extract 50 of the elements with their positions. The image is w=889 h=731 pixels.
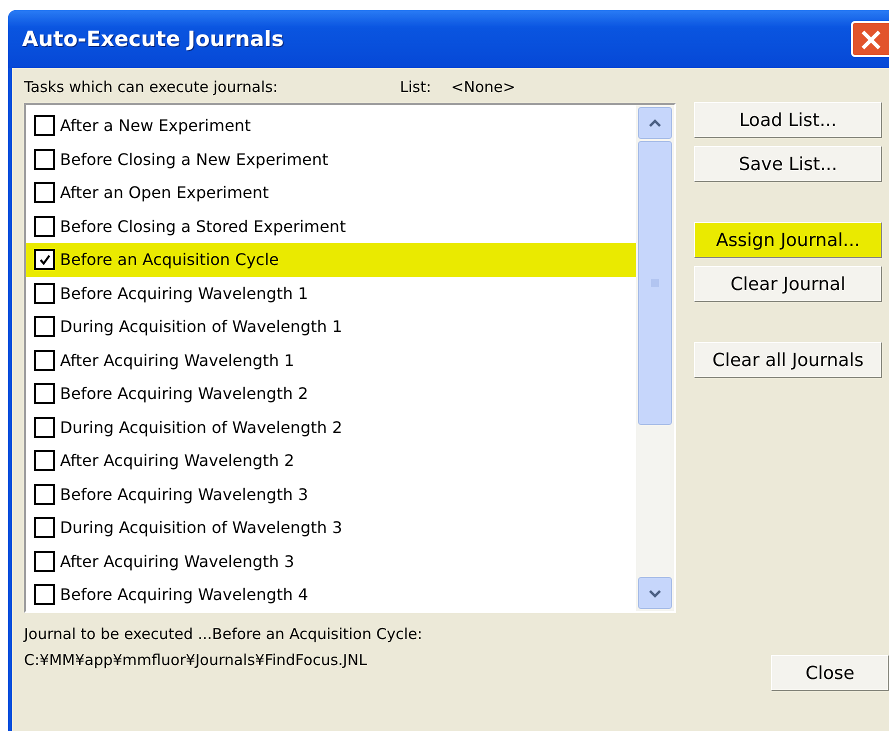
task-item[interactable]: Before Acquiring Wavelength 4 (26, 578, 636, 612)
checkbox[interactable] (34, 450, 55, 472)
scroll-up-button[interactable] (638, 107, 672, 139)
checkbox[interactable] (34, 350, 55, 371)
checkbox[interactable] (34, 484, 55, 505)
list-value: <None> (451, 78, 516, 96)
scroll-down-button[interactable] (638, 577, 672, 609)
task-item[interactable]: Before Acquiring Wavelength 1 (26, 276, 636, 310)
close-dialog-button[interactable]: Close (771, 655, 889, 691)
checkbox[interactable] (34, 383, 55, 404)
caret-down-icon (648, 588, 662, 598)
caret-up-icon (648, 118, 662, 128)
task-item[interactable]: Before Closing a Stored Experiment (26, 210, 636, 243)
task-item[interactable]: During Acquisition of Wavelength 1 (26, 310, 636, 344)
action-button[interactable]: Load List... (694, 102, 882, 138)
checkbox[interactable] (34, 115, 55, 136)
checkbox[interactable] (34, 550, 55, 572)
scroll-thumb[interactable] (638, 141, 672, 425)
task-item[interactable]: Before an Acquisition Cycle (26, 243, 636, 276)
checkbox[interactable] (34, 517, 55, 538)
list-label: List: (400, 78, 432, 96)
task-item[interactable]: During Acquisition of Wavelength 3 (26, 511, 636, 544)
action-button[interactable]: Clear all Journals (694, 342, 882, 378)
checkbox[interactable] (34, 249, 55, 270)
checkbox[interactable] (34, 182, 55, 204)
journal-path: C:¥MM¥app¥mmfluor¥Journals¥FindFocus.JNL (24, 651, 368, 669)
checkbox[interactable] (34, 584, 55, 606)
checkbox[interactable] (34, 148, 55, 170)
window-title: Auto-Execute Journals (22, 27, 284, 51)
checkbox[interactable] (34, 216, 55, 237)
grip-icon (650, 278, 660, 288)
tasks-label: Tasks which can execute journals: (24, 78, 278, 96)
action-button[interactable]: Save List... (694, 146, 882, 182)
task-item[interactable]: Before Acquiring Wavelength 3 (26, 478, 636, 511)
task-item[interactable]: Before Closing a New Experiment (26, 142, 636, 176)
checkbox[interactable] (34, 282, 55, 304)
action-button[interactable]: Assign Journal... (694, 222, 882, 258)
task-item[interactable]: After Acquiring Wavelength 2 (26, 444, 636, 478)
checkbox[interactable] (34, 316, 55, 338)
journal-caption: Journal to be executed ...Before an Acquisition Cycle: (24, 625, 422, 643)
action-button[interactable]: Clear Journal (694, 266, 882, 302)
task-item[interactable]: During Acquisition of Wavelength 2 (26, 410, 636, 444)
close-button[interactable]: × (851, 21, 889, 57)
task-item[interactable]: Before Acquiring Wavelength 2 (26, 377, 636, 410)
task-item[interactable]: After Acquiring Wavelength 1 (26, 344, 636, 377)
checkbox[interactable] (34, 416, 55, 438)
task-item[interactable]: After a New Experiment (26, 109, 636, 142)
check-icon (38, 252, 52, 267)
task-item[interactable]: After Acquiring Wavelength 3 (26, 544, 636, 578)
task-item[interactable]: After an Open Experiment (26, 176, 636, 210)
